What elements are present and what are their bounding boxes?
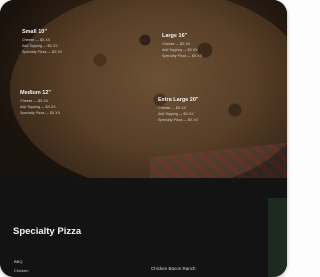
menu-card[interactable]: Small 10" Cheese — $X.XX Add Topping — $… xyxy=(0,0,287,277)
menu-item-name: Chicken Bacon Ranch xyxy=(151,266,196,271)
price-line: Specialty Pizza — $X.XX xyxy=(162,54,203,58)
price-block-small: Small 10" Cheese — $X.XX Add Topping — $… xyxy=(22,29,62,55)
price-line: Specialty Pizza — $X.XX xyxy=(20,111,61,115)
price-block-medium: Medium 12" Cheese — $X.XX Add Topping — … xyxy=(20,90,60,116)
price-line: Specialty Pizza — $X.XX xyxy=(22,50,63,54)
size-title: Small 10" xyxy=(22,29,47,35)
size-title: Extra Large 20" xyxy=(158,97,199,103)
price-block-large: Large 16" Cheese — $X.XX Add Topping — $… xyxy=(162,33,202,59)
size-title: Medium 12" xyxy=(20,90,52,96)
size-title: Large 16" xyxy=(162,33,188,39)
menu-item-name: BBQ xyxy=(14,259,23,264)
menu-item-name: Chicken xyxy=(14,268,29,273)
section-title: Specialty Pizza xyxy=(13,226,82,237)
price-block-extra-large: Extra Large 20" Cheese — $X.XX Add Toppi… xyxy=(158,97,199,123)
price-line: Specialty Pizza — $X.XX xyxy=(158,118,199,122)
side-panel-edge xyxy=(268,198,287,277)
